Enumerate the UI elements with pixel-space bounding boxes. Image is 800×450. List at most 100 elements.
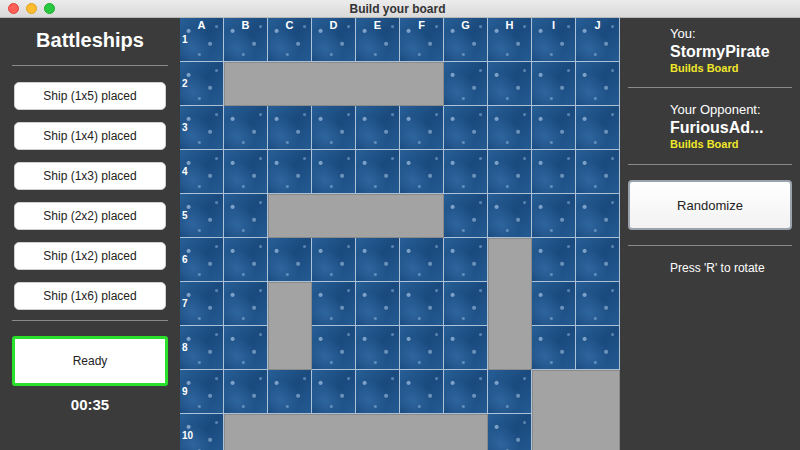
board-cell[interactable] [224,238,268,282]
ship-button[interactable]: Ship (1x5) placed [14,82,166,110]
ship-button[interactable]: Ship (1x2) placed [14,242,166,270]
board-cell[interactable]: B [224,18,268,62]
player-info: Your Opponent:FuriousAd...Builds Board [620,102,800,164]
board-cell[interactable]: 2 [180,62,224,106]
board-cell[interactable] [576,106,620,150]
ship[interactable] [224,414,488,450]
board-cell[interactable]: 9 [180,370,224,414]
board-cell[interactable] [532,326,576,370]
ship[interactable] [268,194,444,238]
board-cell[interactable] [268,106,312,150]
maximize-icon[interactable] [44,3,55,14]
board-cell[interactable] [224,150,268,194]
ship-button[interactable]: Ship (2x2) placed [14,202,166,230]
board-cell[interactable] [576,326,620,370]
board-cell[interactable]: 3 [180,106,224,150]
board-cell[interactable] [356,150,400,194]
board-cell[interactable] [268,150,312,194]
board-cell[interactable] [356,282,400,326]
minimize-icon[interactable] [26,3,37,14]
column-label: B [224,19,267,31]
board-cell[interactable] [356,326,400,370]
board-cell[interactable]: 6 [180,238,224,282]
board-cell[interactable] [224,194,268,238]
board-cell[interactable] [444,282,488,326]
board-cell[interactable]: D [312,18,356,62]
board-cell[interactable] [268,370,312,414]
board-cell[interactable] [400,150,444,194]
board-cell[interactable]: H [488,18,532,62]
board-cell[interactable] [224,370,268,414]
board-cell[interactable]: A1 [180,18,224,62]
ship-button[interactable]: Ship (1x4) placed [14,122,166,150]
board-cell[interactable]: 5 [180,194,224,238]
board-cell[interactable]: 10 [180,414,224,450]
board-cell[interactable] [532,150,576,194]
board-cell[interactable] [400,326,444,370]
ship-button[interactable]: Ship (1x6) placed [14,282,166,310]
board-cell[interactable] [532,194,576,238]
board-cell[interactable] [312,238,356,282]
board-cell[interactable] [488,150,532,194]
ship[interactable] [268,282,312,370]
ship[interactable] [488,238,532,370]
board-cell[interactable] [444,194,488,238]
board-cell[interactable] [444,62,488,106]
board-cell[interactable] [444,150,488,194]
board-cell[interactable]: G [444,18,488,62]
board-cell[interactable] [356,106,400,150]
board-cell[interactable] [532,282,576,326]
board-cell[interactable] [488,414,532,450]
board-cell[interactable]: I [532,18,576,62]
board-cell[interactable] [488,62,532,106]
board-cell[interactable]: 4 [180,150,224,194]
board-cell[interactable] [532,62,576,106]
board-cell[interactable] [576,194,620,238]
board-cell[interactable] [444,238,488,282]
board-cell[interactable] [400,282,444,326]
board-cell[interactable] [224,326,268,370]
board-cell[interactable] [576,282,620,326]
ship[interactable] [224,62,444,106]
board-cell[interactable] [356,370,400,414]
board-cell[interactable] [224,282,268,326]
board-cell[interactable] [576,150,620,194]
ship[interactable] [532,370,620,450]
board-cell[interactable] [532,106,576,150]
ship-button[interactable]: Ship (1x3) placed [14,162,166,190]
board-cell[interactable] [444,106,488,150]
board-cell[interactable]: J [576,18,620,62]
player-status: Builds Board [670,62,800,74]
ready-button[interactable]: Ready [12,336,168,386]
board-cell[interactable] [488,194,532,238]
board-cell[interactable]: F [400,18,444,62]
board-cell[interactable] [488,106,532,150]
close-icon[interactable] [8,3,19,14]
board-cell[interactable] [312,106,356,150]
board-cell[interactable] [400,238,444,282]
board-cell[interactable] [268,238,312,282]
board-cell[interactable] [532,238,576,282]
board-cell[interactable]: 8 [180,326,224,370]
board-cell[interactable] [444,326,488,370]
board-cell[interactable] [576,238,620,282]
board-cell[interactable] [312,150,356,194]
board-cell[interactable] [312,326,356,370]
randomize-button[interactable]: Randomize [628,180,792,230]
board-cell[interactable] [356,238,400,282]
column-label: J [576,19,619,31]
board-cell[interactable] [488,370,532,414]
board-cell[interactable]: C [268,18,312,62]
player-label: Your Opponent: [670,102,800,118]
board-cell[interactable] [400,370,444,414]
board-cell[interactable] [312,282,356,326]
board-cell[interactable] [576,62,620,106]
ready-label: Ready [73,354,108,368]
board-cell[interactable] [312,370,356,414]
board-cell[interactable] [444,370,488,414]
board-cell[interactable]: E [356,18,400,62]
column-label: C [268,19,311,31]
board-cell[interactable]: 7 [180,282,224,326]
board-cell[interactable] [224,106,268,150]
board-cell[interactable] [400,106,444,150]
